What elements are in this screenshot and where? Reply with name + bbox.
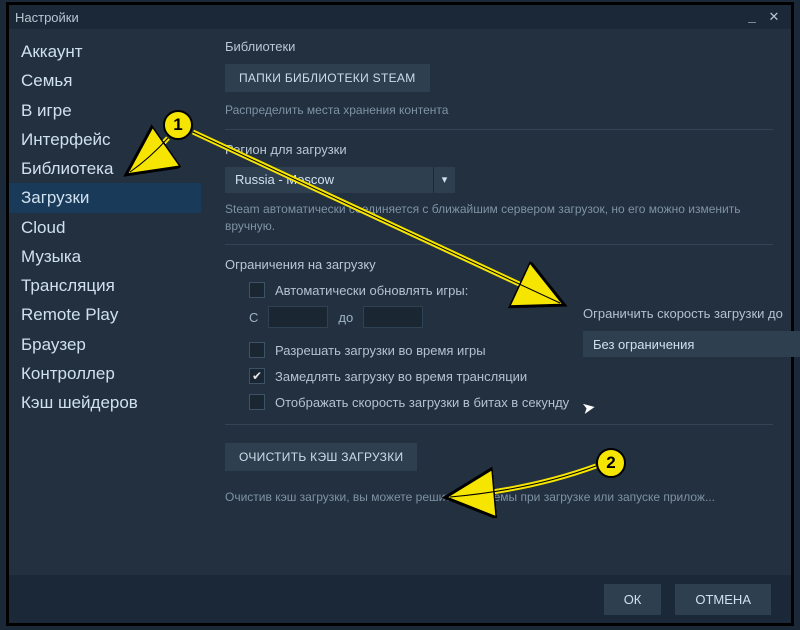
libraries-helper: Распределить места хранения контента	[225, 102, 773, 119]
clear-cache-helper: Очистив кэш загрузки, вы можете решить п…	[225, 489, 773, 506]
show-bits-checkbox[interactable]	[249, 394, 265, 410]
separator	[225, 244, 773, 245]
time-to-label: до	[338, 310, 353, 325]
sidebar-item-family[interactable]: Семья	[9, 66, 201, 95]
sidebar-item-downloads[interactable]: Загрузки	[9, 183, 201, 212]
throttle-stream-checkbox[interactable]	[249, 368, 265, 384]
sidebar-item-library[interactable]: Библиотека	[9, 154, 201, 183]
library-folders-button[interactable]: ПАПКИ БИБЛИОТЕКИ STEAM	[225, 64, 430, 92]
allow-during-play-label: Разрешать загрузки во время игры	[275, 343, 486, 358]
sidebar-item-shadercache[interactable]: Кэш шейдеров	[9, 388, 201, 417]
allow-during-play-checkbox[interactable]	[249, 342, 265, 358]
region-helper: Steam автоматически соединяется с ближай…	[225, 201, 745, 235]
window-title: Настройки	[15, 10, 79, 25]
dialog-footer: ОК ОТМЕНА	[9, 575, 791, 623]
sidebar-item-account[interactable]: Аккаунт	[9, 37, 201, 66]
show-bits-label: Отображать скорость загрузки в битах в с…	[275, 395, 569, 410]
sidebar-item-broadcast[interactable]: Трансляция	[9, 271, 201, 300]
restrict-block: Ограничить скорость загрузки до Без огра…	[583, 306, 800, 365]
settings-window: Настройки _ ✕ Аккаунт Семья В игре Интер…	[6, 2, 794, 626]
restrict-speed-value: Без ограничения	[583, 337, 800, 352]
annotation-badge-2: 2	[596, 448, 626, 478]
separator	[225, 129, 773, 130]
time-from-input[interactable]	[268, 306, 328, 328]
annotation-badge-1: 1	[163, 110, 193, 140]
sidebar-item-controller[interactable]: Контроллер	[9, 359, 201, 388]
auto-update-label: Автоматически обновлять игры:	[275, 283, 468, 298]
cancel-button[interactable]: ОТМЕНА	[675, 584, 771, 615]
time-from-label: С	[249, 310, 258, 325]
sidebar-item-remoteplay[interactable]: Remote Play	[9, 300, 201, 329]
separator	[225, 424, 773, 425]
ok-button[interactable]: ОК	[604, 584, 662, 615]
close-button[interactable]: ✕	[763, 10, 785, 25]
sidebar-item-cloud[interactable]: Cloud	[9, 213, 201, 242]
restrict-speed-label: Ограничить скорость загрузки до	[583, 306, 800, 321]
throttle-stream-label: Замедлять загрузку во время трансляции	[275, 369, 527, 384]
region-title: Регион для загрузки	[225, 142, 773, 157]
region-selected: Russia - Moscow	[225, 172, 433, 187]
time-to-input[interactable]	[363, 306, 423, 328]
region-dropdown[interactable]: Russia - Moscow ▾	[225, 167, 455, 193]
sidebar-item-music[interactable]: Музыка	[9, 242, 201, 271]
limits-title: Ограничения на загрузку	[225, 257, 773, 272]
content-pane: Библиотеки ПАПКИ БИБЛИОТЕКИ STEAM Распре…	[201, 29, 791, 575]
sidebar-item-browser[interactable]: Браузер	[9, 330, 201, 359]
chevron-down-icon: ▾	[433, 167, 455, 193]
minimize-button[interactable]: _	[741, 10, 763, 25]
auto-update-checkbox[interactable]	[249, 282, 265, 298]
clear-cache-button[interactable]: ОЧИСТИТЬ КЭШ ЗАГРУЗКИ	[225, 443, 417, 471]
restrict-speed-dropdown[interactable]: Без ограничения ▾	[583, 331, 800, 357]
titlebar: Настройки _ ✕	[9, 5, 791, 29]
libraries-title: Библиотеки	[225, 39, 773, 54]
